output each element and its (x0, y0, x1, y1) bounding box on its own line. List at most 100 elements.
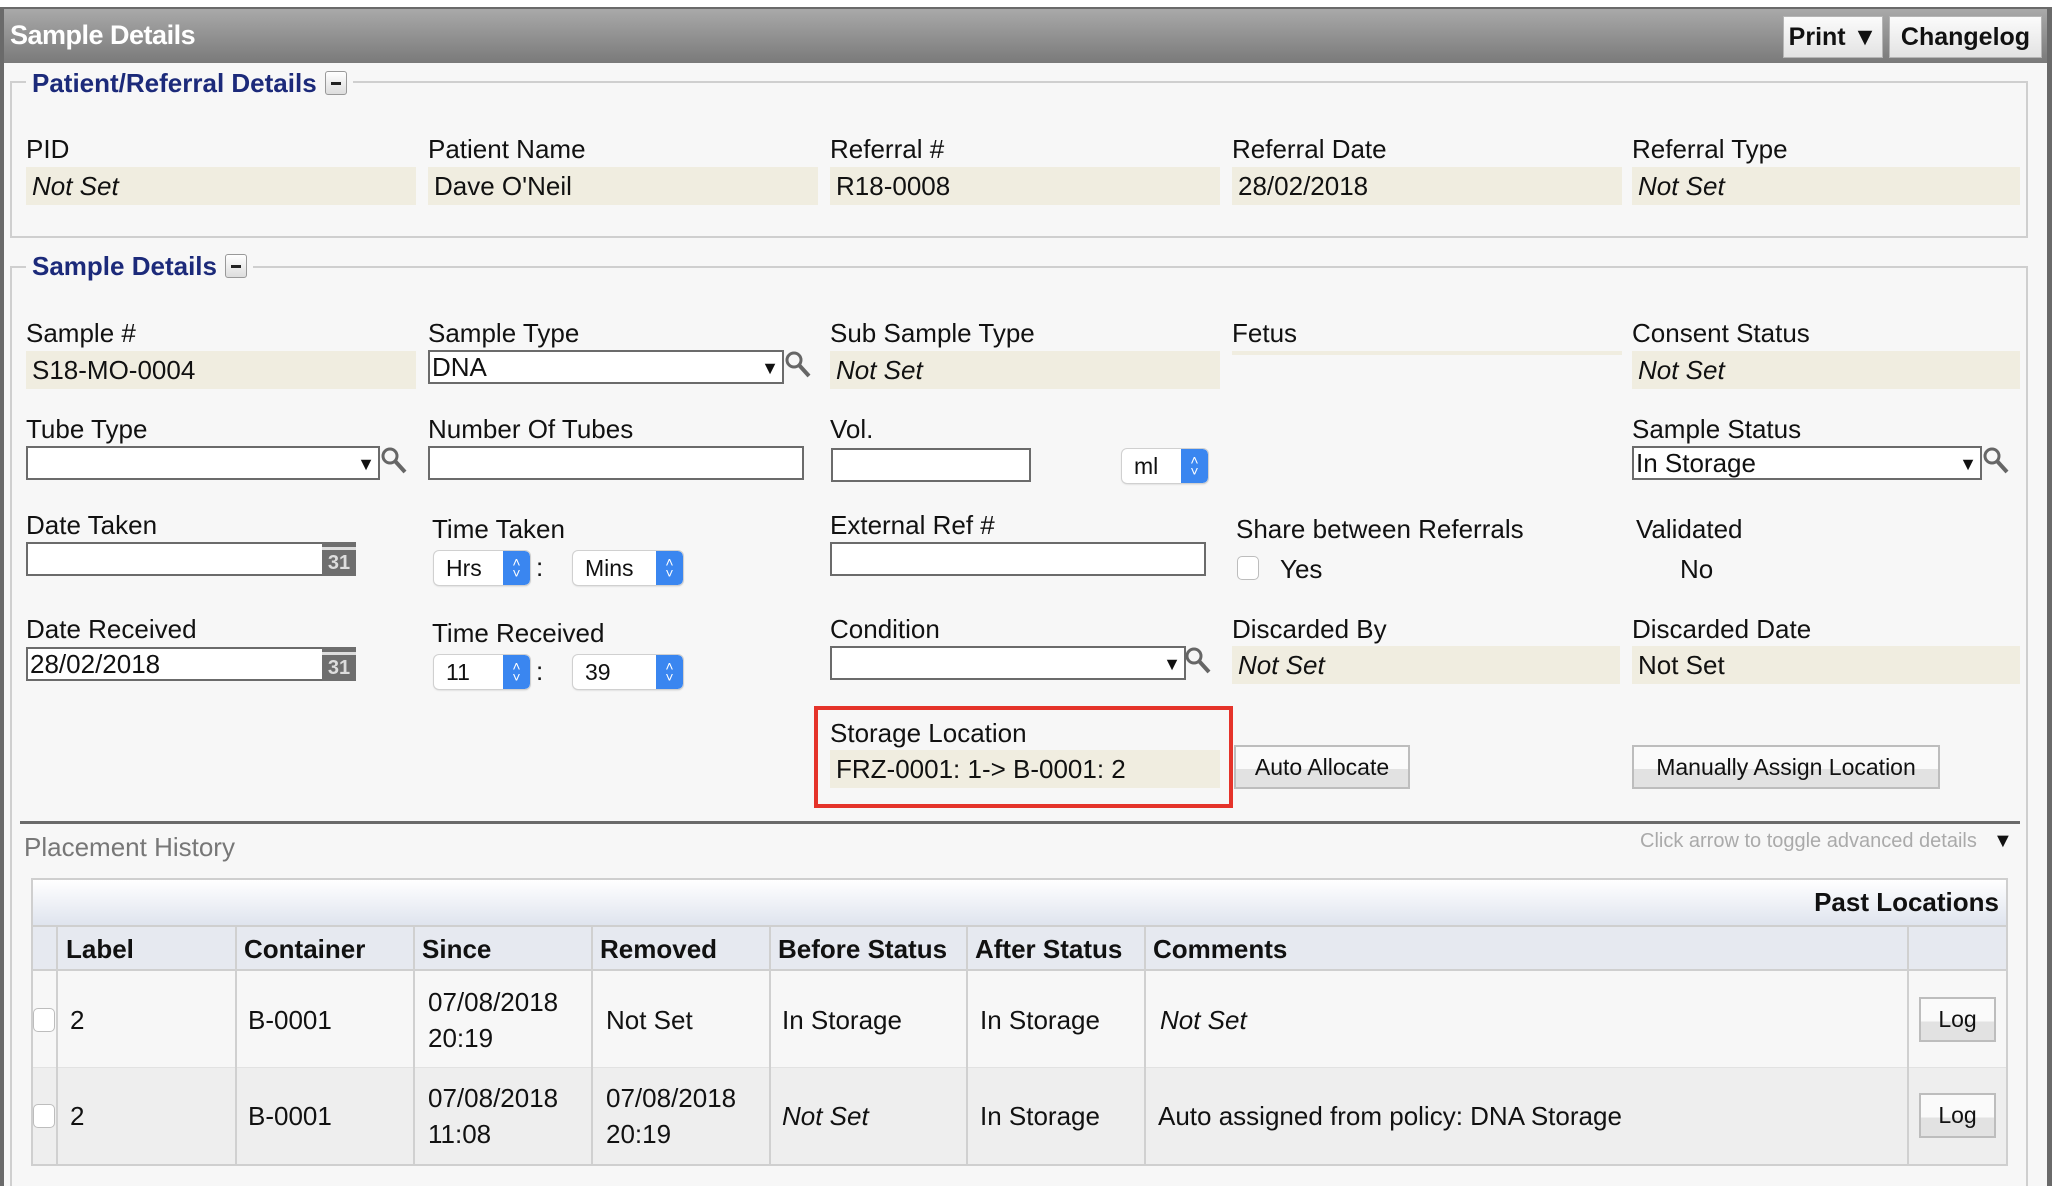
column-divider (56, 927, 58, 1164)
column-header-comments[interactable]: Comments (1145, 927, 1287, 971)
stepper-arrows-icon: ˄ ˅ (503, 551, 530, 585)
column-header-removed[interactable]: Removed (592, 927, 717, 971)
number-of-tubes-input[interactable] (428, 446, 804, 480)
search-icon[interactable] (1184, 646, 1212, 676)
cell-comments: Not Set (1160, 1004, 1247, 1035)
time-received-minutes-select[interactable]: 39 ˄ ˅ (573, 655, 683, 689)
referral-type-value: Not Set (1632, 167, 2020, 205)
sample-number-value: S18-MO-0004 (26, 351, 416, 389)
log-button[interactable]: Log (1919, 1093, 1996, 1138)
consent-status-value: Not Set (1632, 351, 2020, 389)
condition-select[interactable]: ▼ (830, 646, 1186, 680)
referral-number-value: R18-0008 (830, 167, 1220, 205)
fetus-label: Fetus (1232, 318, 1298, 348)
column-header-label[interactable]: Label (58, 927, 134, 971)
tube-type-label: Tube Type (26, 414, 148, 444)
search-icon[interactable] (1982, 446, 2010, 476)
collapse-icon[interactable] (224, 254, 247, 278)
column-divider (235, 927, 237, 1164)
time-taken-minutes-select[interactable]: Mins ˄ ˅ (573, 551, 683, 585)
time-separator: : (536, 552, 544, 582)
sample-number-label: Sample # (26, 318, 136, 348)
auto-allocate-button[interactable]: Auto Allocate (1234, 745, 1410, 789)
cell-after-status: In Storage (980, 1101, 1100, 1131)
cell-before-status: In Storage (782, 1004, 902, 1035)
frame-right-border (2047, 7, 2052, 1186)
placement-history-title: Placement History (24, 832, 235, 862)
date-taken-label: Date Taken (26, 510, 158, 540)
cell-label: 2 (70, 1101, 85, 1131)
removed-date: 07/08/2018 (606, 1083, 737, 1113)
storage-location-label: Storage Location (830, 718, 1027, 748)
time-received-hours-select[interactable]: 11 ˄ ˅ (434, 655, 530, 689)
share-yes-label: Yes (1280, 554, 1323, 584)
volume-unit-select[interactable]: ml ˄ ˅ (1122, 449, 1208, 483)
advanced-details-hint: Click arrow to toggle advanced details (1640, 830, 1977, 852)
column-divider (413, 927, 415, 1164)
cell-after-status: In Storage (980, 1004, 1100, 1035)
patient-referral-legend: Patient/Referral Details (26, 66, 353, 100)
cell-removed: Not Set (606, 1004, 693, 1035)
column-divider (769, 927, 771, 1164)
sample-type-value: DNA (432, 351, 487, 382)
removed-time: 20:19 (606, 1119, 672, 1149)
cell-since: 07/08/2018 11:08 (420, 1068, 558, 1164)
column-header-before-status[interactable]: Before Status (770, 927, 947, 971)
cell-before-status: Not Set (782, 1101, 869, 1131)
dropdown-arrow-icon: ▼ (357, 454, 375, 474)
date-received-input[interactable]: 28/02/2018 (26, 647, 324, 681)
changelog-button[interactable]: Changelog (1889, 16, 2042, 58)
sample-status-value: In Storage (1636, 447, 1756, 478)
date-taken-input[interactable] (26, 542, 324, 576)
column-divider (591, 927, 593, 1164)
search-icon[interactable] (380, 446, 408, 476)
column-header-after-status[interactable]: After Status (967, 927, 1122, 971)
cell-comments: Auto assigned from policy: DNA Storage (1158, 1101, 1622, 1131)
collapse-icon[interactable] (324, 71, 347, 95)
fetus-value (1232, 351, 1622, 355)
patient-name-value: Dave O'Neil (428, 167, 818, 205)
sample-status-select[interactable]: In Storage ▼ (1632, 446, 1982, 480)
column-header-since[interactable]: Since (414, 927, 491, 971)
volume-label: Vol. (830, 414, 874, 444)
dropdown-arrow-icon: ▼ (1959, 454, 1977, 474)
share-between-referrals-checkbox[interactable] (1237, 556, 1259, 580)
discarded-by-label: Discarded By (1232, 614, 1387, 644)
row-select-checkbox[interactable] (33, 1104, 55, 1128)
section-divider (20, 821, 2020, 824)
time-taken-hours-value: Hrs (446, 554, 482, 581)
cell-container: B-0001 (248, 1004, 332, 1035)
storage-location-value: FRZ-0001: 1-> B-0001: 2 (830, 750, 1220, 788)
volume-input[interactable] (831, 448, 1031, 482)
toggle-advanced-arrow-icon[interactable]: ▼ (1993, 830, 2013, 853)
sample-details-legend-title: Sample Details (32, 250, 217, 281)
window-top-strip (0, 0, 2052, 7)
panel-title: Sample Details (10, 20, 196, 50)
referral-type-label: Referral Type (1632, 134, 1788, 164)
calendar-icon[interactable]: 31 (322, 647, 356, 681)
table-caption: Past Locations (1814, 887, 1999, 917)
column-header-container[interactable]: Container (236, 927, 365, 971)
dropdown-arrow-icon: ▼ (761, 358, 779, 378)
row-select-checkbox[interactable] (33, 1008, 55, 1032)
referral-number-label: Referral # (830, 134, 945, 164)
time-taken-label: Time Taken (432, 514, 565, 544)
cell-since: 07/08/2018 20:19 (420, 971, 558, 1068)
panel-header (0, 7, 2052, 63)
consent-status-label: Consent Status (1632, 318, 1810, 348)
sub-sample-type-label: Sub Sample Type (830, 318, 1035, 348)
log-button[interactable]: Log (1919, 997, 1996, 1042)
sample-type-select[interactable]: DNA ▼ (428, 350, 784, 384)
search-icon[interactable] (784, 350, 812, 380)
frame-left-border (0, 7, 4, 1186)
column-divider (1907, 927, 1909, 1164)
print-button[interactable]: Print ▼ (1783, 16, 1883, 58)
referral-date-label: Referral Date (1232, 134, 1387, 164)
time-taken-hours-select[interactable]: Hrs ˄ ˅ (434, 551, 530, 585)
stepper-arrows-icon: ˄ ˅ (503, 655, 530, 689)
manually-assign-location-button[interactable]: Manually Assign Location (1632, 745, 1940, 789)
external-ref-input[interactable] (830, 542, 1206, 576)
cell-removed: 07/08/2018 20:19 (598, 1068, 736, 1164)
tube-type-select[interactable]: ▼ (26, 446, 380, 480)
calendar-icon[interactable]: 31 (322, 542, 356, 576)
